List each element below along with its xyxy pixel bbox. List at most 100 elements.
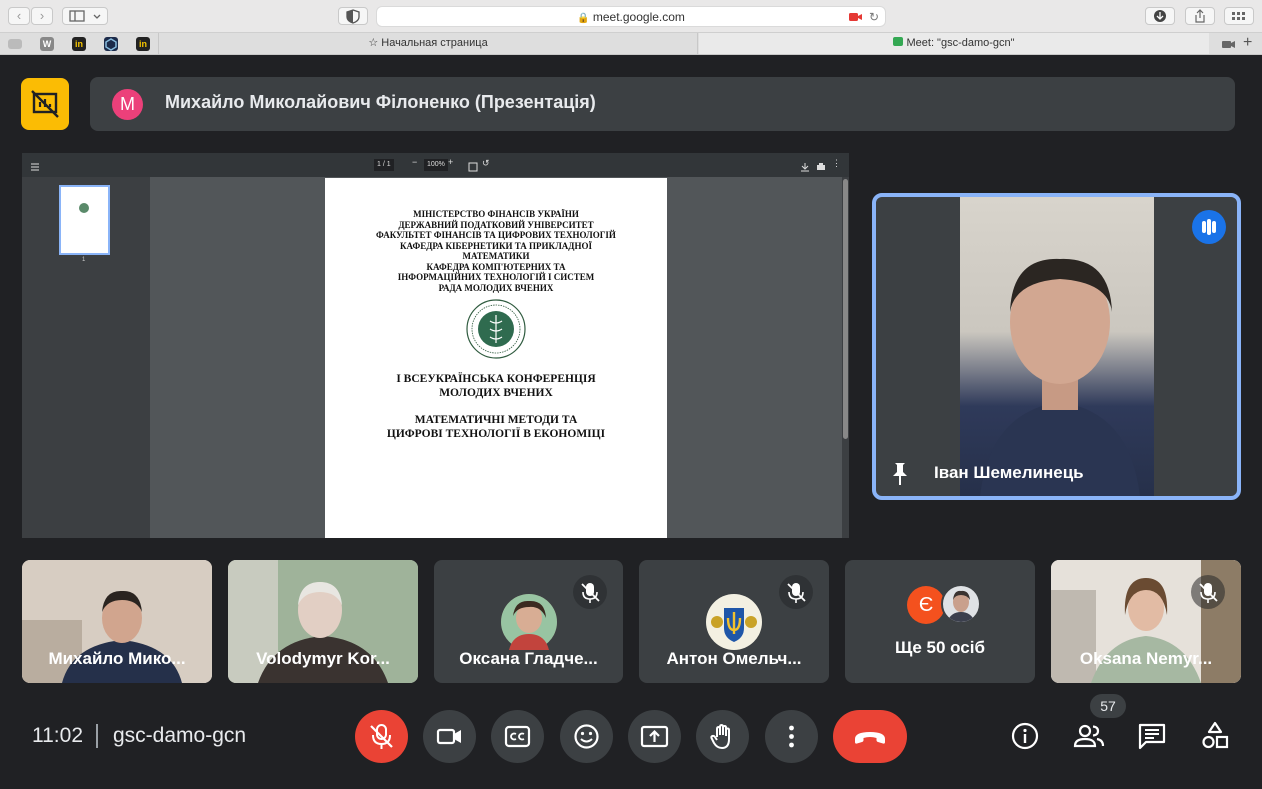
activities-button[interactable] [1200,720,1230,752]
browser-toolbar: ‹ › 🔒 meet.google.com ↻ [0,0,1262,33]
downloads-button[interactable] [1145,7,1175,25]
pin-icon[interactable] [890,461,910,492]
participant-photo-avatar [941,584,981,624]
more-options-icon[interactable]: ⋮ [832,158,841,169]
camera-icon [436,728,461,745]
presentation-view: 1 / 1 − 100% + ↺ ⋮ 1 МІНІСТЕРСТВО ФІНАНС… [22,153,849,538]
pdf-scrollbar-thumb[interactable] [843,179,848,439]
presentation-stop-button[interactable] [21,78,69,130]
topic-line: ЦИФРОВІ ТЕХНОЛОГІЇ В ЕКОНОМІЦІ [386,427,606,440]
participant-name: Oksana Nemyr... [1079,649,1213,668]
participant-tile[interactable]: Михайло Мико... [22,560,212,683]
doc-line: РАДА МОЛОДИХ ВЧЕНИХ [438,282,554,293]
favicon-hex-icon[interactable] [104,37,118,51]
more-vert-icon [789,725,794,748]
chat-icon [1138,723,1166,750]
emoji-icon [574,724,599,749]
shield-icon [346,9,360,24]
camera-toggle-button[interactable] [423,710,476,763]
conference-line: I ВСЕУКРАЇНСЬКА КОНФЕРЕНЦІЯ [396,373,596,385]
doc-line: КАФЕДРА КІБЕРНЕТИКИ ТА ПРИКЛАДНОЇ [400,240,592,251]
conference-title: I ВСЕУКРАЇНСЬКА КОНФЕРЕНЦІЯ МОЛОДИХ ВЧЕН… [325,373,667,400]
tab-meet[interactable]: Meet: "gsc-damo-gcn" [699,33,1209,54]
presenter-avatar: M [112,89,143,120]
doc-line: ФАКУЛЬТЕТ ФІНАНСІВ ТА ЦИФРОВИХ ТЕХНОЛОГІ… [376,230,616,240]
sidebar-favicon[interactable] [8,39,22,49]
active-speaker-tile[interactable]: Іван Шемелинець [872,193,1241,500]
microphone-toggle-button[interactable] [355,710,408,763]
pdf-toolbar: 1 / 1 − 100% + ↺ ⋮ [22,153,849,177]
chat-button[interactable] [1137,720,1167,752]
tab-start-page[interactable]: ☆ Начальная страница [158,33,698,54]
meeting-details-button[interactable] [1010,720,1040,752]
participant-name: Volodymyr Kor... [256,649,390,668]
tab-start-page-label: Начальная страница [381,37,488,49]
download-icon [1154,10,1166,22]
favicon-w[interactable]: W [40,37,54,51]
tab-overview-button[interactable] [1224,7,1254,25]
leave-call-button[interactable] [833,710,907,763]
university-seal-icon [466,299,526,359]
people-button[interactable] [1073,720,1105,752]
info-icon [1011,722,1039,750]
conference-line: МОЛОДИХ ВЧЕНИХ [439,386,553,399]
fit-page-icon[interactable] [468,159,478,177]
speaker-person [980,258,1140,496]
privacy-shield-button[interactable] [338,7,368,25]
muted-mic-icon [573,575,607,609]
zoom-level[interactable]: 100% [424,159,448,171]
page-thumbnail[interactable] [59,185,110,255]
mic-off-icon [370,724,393,749]
meeting-time: 11:02 [32,724,83,747]
share-button[interactable] [1185,7,1215,25]
participant-tile[interactable]: Oksana Nemyr... [1051,560,1241,683]
zoom-in-button[interactable]: + [448,157,453,167]
sidebar-toggle-button[interactable] [62,7,108,25]
participant-avatar [500,594,557,650]
page-indicator[interactable]: 1 / 1 [374,159,394,171]
reload-icon[interactable]: ↻ [869,7,879,27]
zoom-out-button[interactable]: − [412,157,417,167]
closed-captions-icon [504,725,531,748]
download-pdf-icon[interactable] [800,159,810,177]
speaker-name: Іван Шемелинець [934,463,1084,482]
forward-button[interactable]: › [31,7,53,25]
participant-name: Оксана Гладче... [459,649,598,668]
coat-of-arms-avatar-icon [706,594,762,650]
camera-active-icon [849,7,863,33]
rotate-icon[interactable]: ↺ [482,158,490,169]
sidebar-icon [69,10,101,22]
new-tab-button[interactable]: + [1243,34,1252,52]
speaker-video [960,197,1154,496]
more-options-button[interactable] [765,710,818,763]
pdf-scrollbar[interactable] [842,177,849,538]
tab-bar: W in in ☆ Начальная страница Meet: "gsc-… [0,33,1262,55]
tab-meet-label: Meet: "gsc-damo-gcn" [906,37,1015,49]
favicon-in-2[interactable]: in [136,37,150,51]
participant-tile[interactable]: Оксана Гладче... [434,560,623,683]
captions-button[interactable] [491,710,544,763]
present-screen-button[interactable] [628,710,681,763]
print-icon[interactable] [816,159,826,177]
address-bar[interactable]: 🔒 meet.google.com ↻ [376,6,886,27]
raise-hand-button[interactable] [696,710,749,763]
participant-name: Михайло Мико... [48,649,186,668]
reactions-button[interactable] [560,710,613,763]
present-screen-icon [640,725,669,748]
muted-mic-icon [779,575,813,609]
menu-icon[interactable] [30,159,40,177]
topic-line: МАТЕМАТИЧНІ МЕТОДИ ТА [414,414,578,426]
people-icon [1073,724,1105,748]
divider [96,724,98,748]
participant-tile[interactable]: Антон Омельч... [639,560,829,683]
doc-line: ІНФОРМАЦІЙНИХ ТЕХНОЛОГІЙ І СИСТЕМ [397,272,595,282]
more-participants-tile[interactable]: Є Ще 50 осіб [845,560,1035,683]
presenter-banner: M Михайло Миколайович Філоненко (Презент… [90,77,1235,131]
back-button[interactable]: ‹ [8,7,30,25]
hand-icon [710,724,730,749]
more-participants-label: Ще 50 осіб [895,638,985,657]
activities-icon [1202,721,1229,749]
pdf-page: МІНІСТЕРСТВО ФІНАНСІВ УКРАЇНИ ДЕРЖАВНИЙ … [325,178,667,538]
favicon-in-1[interactable]: in [72,37,86,51]
participant-tile[interactable]: Volodymyr Kor... [228,560,418,683]
